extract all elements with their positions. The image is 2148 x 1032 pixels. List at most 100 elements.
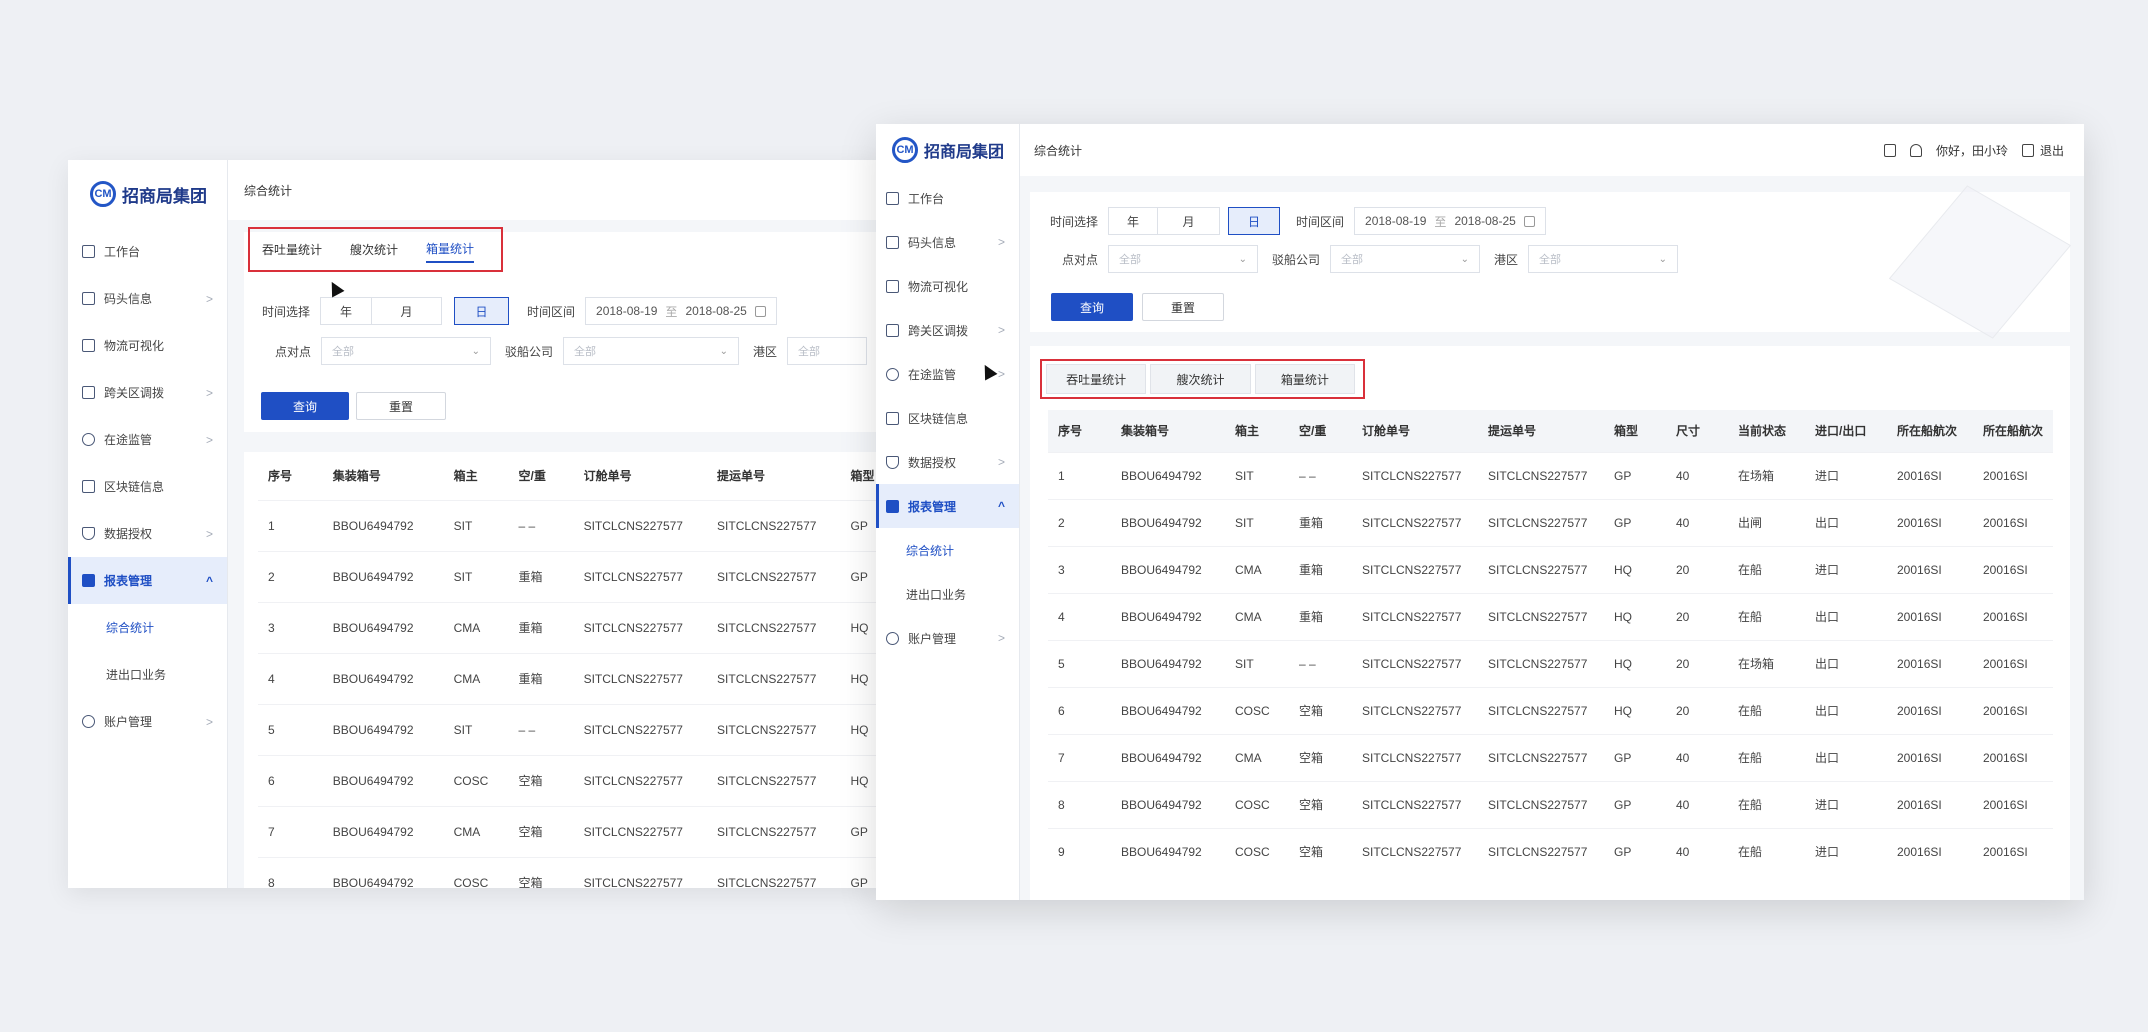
clipboard-icon[interactable] [1883, 143, 1896, 157]
ship-company-select[interactable]: 全部 ⌄ [1330, 245, 1481, 273]
download-box-icon [886, 235, 899, 249]
table-row[interactable]: 4 BBOU6494792 CMA 重箱 SITCLCNS227577 SITCLCNS2… [1048, 592, 2053, 640]
sidebar-item-blockchain-info[interactable]: 区块链信息 [876, 396, 1019, 440]
table-row[interactable]: 1 BBOU6494792 SIT – – SITCLCNS227577 SITCLCNS… [1048, 451, 2053, 499]
table-row[interactable]: 7 BBOU6494792 CMA 空箱 SITCLCNS227577 SITCLCNS2… [1048, 733, 2053, 781]
table-cell: HQ [840, 601, 880, 653]
sidebar-item-report-mgmt[interactable]: 报表管理 ^ [68, 557, 227, 604]
table-row[interactable]: 6 BBOU6494792 COSC 空箱 SITCLCNS227577 SITCLCNS… [1048, 686, 2053, 734]
sidebar-item-logistics-visual[interactable]: 物流可视化 [68, 322, 227, 369]
tab-vessel-count[interactable]: 艘次统计 [350, 237, 398, 262]
period-month-button[interactable]: 月 [1158, 207, 1221, 235]
table-row[interactable]: 2 BBOU6494792 SIT 重箱 SITCLCNS227577 SITCLCNS2… [1048, 498, 2053, 546]
select-value: 全部 [1119, 254, 1142, 266]
table-row[interactable]: 8 BBOU6494792 COSC 空箱 SITCLCNS227577 SITCLCNS… [258, 856, 880, 888]
sidebar-item-report-mgmt[interactable]: 报表管理 ^ [876, 484, 1019, 528]
date-end: 2018-08-25 [685, 304, 747, 318]
table-cell: SIT [1225, 451, 1289, 499]
table-cell: 5 [1048, 639, 1111, 687]
sidebar-item-label: 物流可视化 [104, 339, 165, 353]
decorative-cube-watermark [1888, 185, 2072, 339]
table-cell: GP [1604, 827, 1666, 875]
query-button[interactable]: 查询 [1051, 293, 1133, 321]
tab-container-count[interactable]: 箱量统计 [1254, 364, 1355, 394]
chevron-right-icon: > [997, 455, 1005, 469]
bell-icon[interactable] [1909, 143, 1922, 157]
sidebar-subitem-overall-stats[interactable]: 综合统计 [876, 528, 1019, 572]
table-cell: BBOU6494792 [322, 703, 444, 755]
period-day-button[interactable]: 日 [454, 297, 510, 325]
sidebar-item-terminal-info[interactable]: 码头信息 > [68, 275, 227, 322]
point-to-point-select[interactable]: 全部 ⌄ [321, 337, 492, 365]
tab-container-count[interactable]: 箱量统计 [426, 236, 475, 263]
sidebar-item-blockchain-info[interactable]: 区块链信息 [68, 463, 227, 510]
column-header: 空/重 [508, 452, 574, 500]
reset-button[interactable]: 重置 [356, 392, 446, 420]
port-area-select[interactable]: 全部 [787, 337, 868, 365]
date-range-picker[interactable]: 2018-08-19 至 2018-08-25 [1354, 207, 1546, 235]
table-row[interactable]: 9 BBOU6494792 COSC 空箱 SITCLCNS227577 SITCLCNS… [1048, 827, 2053, 875]
chevron-right-icon: > [997, 367, 1005, 381]
table-row[interactable]: 6 BBOU6494792 COSC 空箱 SITCLCNS227577 SITCLCNS… [258, 754, 880, 806]
sidebar-item-data-auth[interactable]: 数据授权 > [876, 440, 1019, 484]
sidebar-item-data-auth[interactable]: 数据授权 > [68, 510, 227, 557]
user-greeting[interactable]: 你好，田小玲 [1936, 142, 2008, 159]
table-cell: SITCLCNS227577 [1478, 686, 1604, 734]
table-cell: 20016SI [1887, 498, 1973, 546]
reset-button[interactable]: 重置 [1142, 293, 1224, 321]
sidebar-item-transit-supervision[interactable]: 在途监管 > [68, 416, 227, 463]
table-cell: CMA [443, 652, 509, 704]
tab-vessel-count[interactable]: 艘次统计 [1150, 364, 1251, 394]
table-row[interactable]: 2 BBOU6494792 SIT 重箱 SITCLCNS227577 SITCLCNS2… [258, 550, 880, 602]
table-row[interactable]: 3 BBOU6494792 CMA 重箱 SITCLCNS227577 SITCLCNS2… [1048, 545, 2053, 593]
sidebar-item-transit-supervision[interactable]: 在途监管 > [876, 352, 1019, 396]
date-range-picker[interactable]: 2018-08-19 至 2018-08-25 [585, 297, 777, 325]
sidebar-item-workbench[interactable]: 工作台 [876, 176, 1019, 220]
point-to-point-label: 点对点 [275, 344, 312, 359]
table-row[interactable]: 4 BBOU6494792 CMA 重箱 SITCLCNS227577 SITCLCNS2… [258, 652, 880, 704]
chevron-right-icon: > [997, 323, 1005, 337]
sidebar-item-account-mgmt[interactable]: 账户管理 > [68, 698, 227, 745]
ship-company-select[interactable]: 全部 ⌄ [563, 337, 740, 365]
logo-text: 招商局集团 [122, 186, 207, 206]
query-button[interactable]: 查询 [261, 392, 349, 420]
sidebar-item-account-mgmt[interactable]: 账户管理 > [876, 616, 1019, 660]
table-row[interactable]: 1 BBOU6494792 SIT – – SITCLCNS227577 SITCLCNS… [258, 499, 880, 551]
table-cell: 重箱 [508, 601, 574, 653]
tab-throughput[interactable]: 吞吐量统计 [262, 237, 322, 262]
table-cell: BBOU6494792 [322, 805, 444, 857]
table-cell: BBOU6494792 [322, 754, 444, 806]
point-to-point-select[interactable]: 全部 ⌄ [1108, 245, 1259, 273]
table-cell: SITCLCNS227577 [1352, 639, 1478, 687]
table-cell: CMA [1225, 592, 1289, 640]
sidebar-item-cross-customs[interactable]: 跨关区调拨 > [68, 369, 227, 416]
sidebar-subitem-import-export[interactable]: 进出口业务 [876, 572, 1019, 616]
filter-select-row: 点对点 全部 ⌄ 驳船公司 全部 ⌄ 港区 全部 [275, 337, 868, 365]
table-row[interactable]: 7 BBOU6494792 CMA 空箱 SITCLCNS227577 SITCLCNS2… [258, 805, 880, 857]
sidebar-subitem-overall-stats[interactable]: 综合统计 [68, 604, 227, 651]
table-row[interactable]: 3 BBOU6494792 CMA 重箱 SITCLCNS227577 SITCLCNS2… [258, 601, 880, 653]
sidebar-item-workbench[interactable]: 工作台 [68, 228, 227, 275]
sidebar-item-terminal-info[interactable]: 码头信息 > [876, 220, 1019, 264]
logout-button[interactable]: 退出 [2021, 142, 2064, 159]
sidebar-item-cross-customs[interactable]: 跨关区调拨 > [876, 308, 1019, 352]
tab-throughput[interactable]: 吞吐量统计 [1046, 364, 1147, 394]
sidebar-subitem-import-export[interactable]: 进出口业务 [68, 651, 227, 698]
logo-text: 招商局集团 [924, 144, 1005, 161]
table-row[interactable]: 5 BBOU6494792 SIT – – SITCLCNS227577 SITCLCNS… [1048, 639, 2053, 687]
sidebar-item-logistics-visual[interactable]: 物流可视化 [876, 264, 1019, 308]
period-year-button[interactable]: 年 [320, 297, 373, 325]
table-cell: SITCLCNS227577 [1352, 780, 1478, 828]
column-header: 提运单号 [1488, 424, 1537, 439]
period-year-button[interactable]: 年 [1108, 207, 1159, 235]
table-row[interactable]: 8 BBOU6494792 COSC 空箱 SITCLCNS227577 SITCLCNS… [1048, 780, 2053, 828]
table-cell: 4 [258, 652, 323, 704]
period-month-button[interactable]: 月 [372, 297, 443, 325]
table-cell: HQ [1604, 592, 1666, 640]
app-window-right: CM 招商局集团 工作台 码头信息 > 物流可视化 跨关区调拨 > 在途监管 > 区块链信息 数据… [876, 124, 2084, 900]
table-row[interactable]: 5 BBOU6494792 SIT – – SITCLCNS227577 SITCLCNS… [258, 703, 880, 755]
port-area-select[interactable]: 全部 ⌄ [1528, 245, 1679, 273]
chevron-up-icon: ^ [997, 499, 1005, 513]
table-cell: 重箱 [508, 652, 574, 704]
period-day-button[interactable]: 日 [1228, 207, 1281, 235]
